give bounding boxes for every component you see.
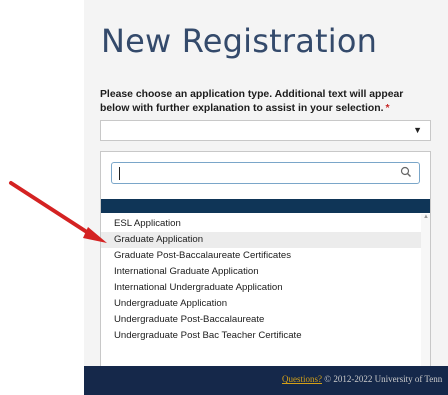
red-arrow-annotation xyxy=(9,181,107,243)
